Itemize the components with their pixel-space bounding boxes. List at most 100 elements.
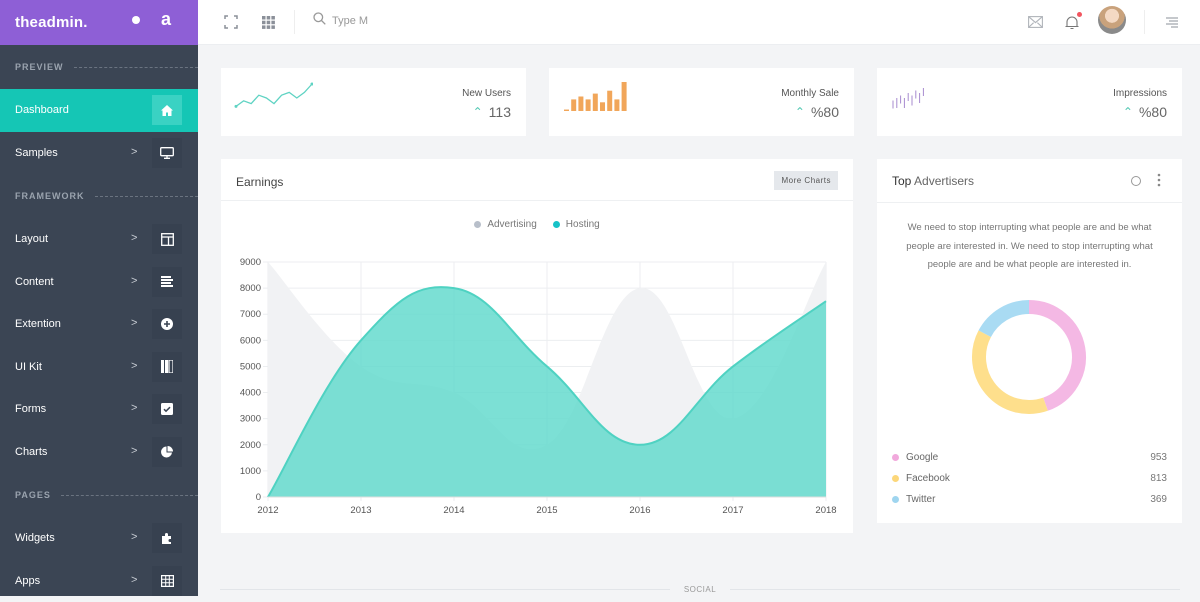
sidebar-item-label: Forms — [15, 403, 46, 415]
refresh-icon[interactable] — [1131, 176, 1141, 186]
avatar[interactable] — [1098, 6, 1126, 34]
y-tick-label: 0 — [256, 492, 261, 503]
sidebar-item-charts[interactable]: Charts> — [0, 431, 198, 474]
title-rest: Advertisers — [911, 174, 974, 188]
sidebar-item-content[interactable]: Content > — [0, 261, 198, 304]
y-tick-label: 9000 — [240, 257, 261, 268]
search-box[interactable] — [313, 12, 412, 30]
sparkbar — [607, 91, 612, 111]
y-tick-label: 5000 — [240, 361, 261, 372]
chevron-right-icon: > — [131, 360, 137, 372]
sparkline-path — [236, 84, 312, 106]
chevron-right-icon: > — [131, 275, 137, 287]
fullscreen-icon[interactable] — [222, 13, 240, 31]
y-tick-label: 3000 — [240, 414, 261, 425]
chevron-right-icon: > — [131, 317, 137, 329]
y-tick-label: 1000 — [240, 466, 261, 477]
section-title: PREVIEW — [15, 62, 64, 72]
brand-short-logo[interactable]: a — [161, 9, 171, 30]
advertiser-value: 369 — [1150, 494, 1167, 505]
search-icon[interactable] — [313, 12, 326, 30]
sidebar-item-label: Apps — [15, 575, 40, 587]
title-bold: Top — [892, 174, 911, 188]
books-icon — [152, 352, 182, 382]
sparkbar — [571, 99, 576, 111]
donut-slice-facebook[interactable] — [979, 334, 1046, 407]
y-tick-label: 6000 — [240, 335, 261, 346]
advertiser-color-dot — [892, 454, 899, 461]
trend-up-icon: ⌃ — [1123, 105, 1133, 119]
search-input[interactable] — [332, 15, 412, 27]
advertisers-list: Google 953 Facebook 813 Twitter 369 — [892, 447, 1167, 510]
sidebar-item-label: Samples — [15, 147, 58, 159]
advertiser-row-facebook: Facebook 813 — [892, 468, 1167, 489]
sparkbar — [622, 82, 627, 111]
sparkbar — [578, 97, 583, 112]
menu-icon[interactable] — [1163, 13, 1181, 31]
sidebar-item-dashboard[interactable]: Dashboard — [0, 89, 198, 132]
x-tick-label: 2015 — [536, 505, 557, 516]
brand-logo[interactable]: theadmin. — [15, 14, 88, 31]
stat-value: ⌃%80 — [1123, 104, 1167, 120]
advertiser-row-google: Google 953 — [892, 447, 1167, 468]
x-tick-label: 2016 — [629, 505, 650, 516]
x-tick-label: 2014 — [443, 505, 464, 516]
menu-section-header: PAGES — [0, 473, 198, 517]
advertiser-color-dot — [892, 496, 899, 503]
section-dash — [74, 67, 198, 68]
advertiser-name: Google — [906, 452, 938, 463]
bell-icon[interactable] — [1063, 13, 1081, 31]
stat-label: Monthly Sale — [781, 88, 839, 99]
sidebar-item-extention[interactable]: Extention> — [0, 303, 198, 346]
sparkline-monthly-sale — [561, 80, 641, 120]
chevron-right-icon: > — [131, 232, 137, 244]
advertiser-name: Facebook — [906, 473, 950, 484]
advertisers-donut-chart — [877, 289, 1182, 429]
sparkbar — [593, 94, 598, 111]
apps-grid-icon[interactable] — [259, 13, 277, 31]
stat-card-monthly-sale: Monthly Sale ⌃ %80 — [549, 68, 854, 136]
x-tick-label: 2012 — [257, 505, 278, 516]
top-advertisers-card: Top Advertisers We need to stop interrup… — [877, 159, 1182, 523]
more-options-icon[interactable] — [1157, 173, 1161, 187]
trend-up-icon: ⌃ — [795, 105, 805, 119]
chevron-right-icon: > — [131, 146, 137, 158]
sidebar-item-layout[interactable]: Layout> — [0, 218, 198, 261]
stat-card-impressions: Impressions ⌃%80 — [877, 68, 1182, 136]
advertiser-row-twitter: Twitter 369 — [892, 489, 1167, 510]
stat-number: %80 — [811, 104, 839, 120]
advertisers-title: Top Advertisers — [892, 174, 974, 188]
section-label: SOCIAL — [670, 585, 730, 594]
divider-line — [730, 589, 1180, 590]
chevron-right-icon: > — [131, 445, 137, 457]
sidebar-menu: PREVIEW Dashboard Samples > FRAMEWORKLayout>… — [0, 45, 198, 602]
menu-section-header: FRAMEWORK — [0, 174, 198, 218]
grid-icon — [152, 566, 182, 596]
layout-icon — [152, 224, 182, 254]
donut-slice-twitter[interactable] — [985, 307, 1029, 334]
sparkline-new-users — [233, 80, 313, 120]
sidebar-item-label: Content — [15, 276, 54, 288]
donut-slice-google[interactable] — [1029, 307, 1079, 404]
sidebar-item-widgets[interactable]: Widgets> — [0, 517, 198, 560]
y-tick-label: 8000 — [240, 283, 261, 294]
x-tick-label: 2017 — [722, 505, 743, 516]
sidebar-toggle-dot[interactable] — [132, 16, 140, 24]
mail-icon[interactable] — [1026, 13, 1044, 31]
sidebar-item-ui-kit[interactable]: UI Kit > — [0, 346, 198, 389]
section-divider-social: SOCIAL — [220, 585, 1180, 594]
sidebar-item-label: UI Kit — [15, 361, 42, 373]
sparkbar — [564, 110, 569, 111]
y-tick-label: 7000 — [240, 309, 261, 320]
stat-value: ⌃113 — [473, 104, 511, 120]
sparkline-impressions — [889, 80, 969, 120]
earnings-card: Earnings More Charts Advertising Hosting… — [221, 159, 853, 533]
sidebar-item-label: Widgets — [15, 532, 55, 544]
sidebar-item-forms[interactable]: Forms> — [0, 388, 198, 431]
stat-card-new-users: New Users ⌃113 — [221, 68, 526, 136]
card-divider — [877, 202, 1182, 203]
puzzle-icon — [152, 523, 182, 553]
menu-section-header: PREVIEW — [0, 45, 198, 89]
sparkbar — [614, 99, 619, 111]
sidebar-item-samples[interactable]: Samples > — [0, 132, 198, 175]
